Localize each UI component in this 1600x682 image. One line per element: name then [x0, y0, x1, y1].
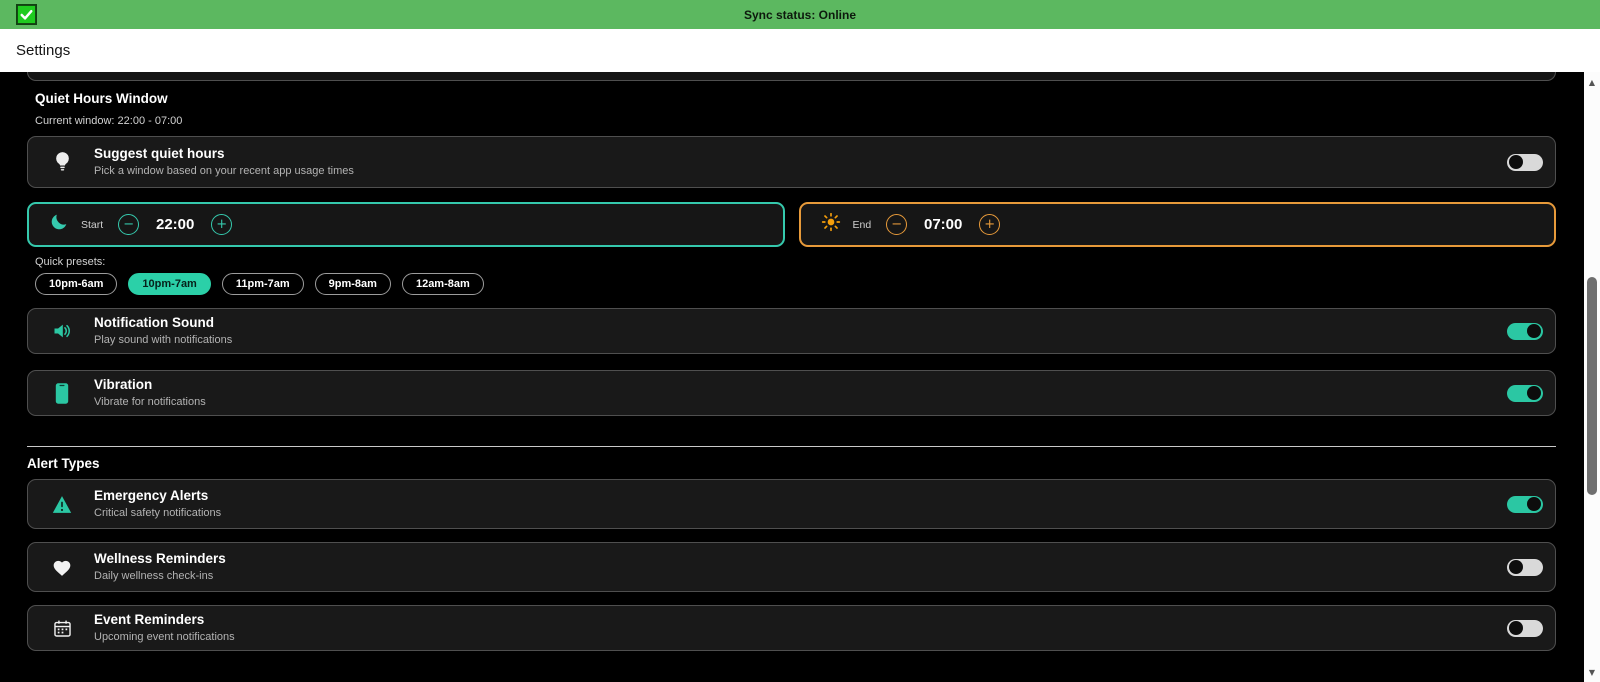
section-divider — [27, 446, 1556, 447]
suggest-quiet-hours-toggle[interactable] — [1507, 153, 1543, 171]
wellness-reminders-row: Wellness Reminders Daily wellness check-… — [27, 542, 1556, 592]
notification-sound-title: Notification Sound — [94, 315, 214, 330]
moon-icon — [49, 212, 69, 237]
preset-pill-11pm-7am[interactable]: 11pm-7am — [221, 273, 304, 295]
start-decrement-button[interactable]: − — [118, 214, 140, 235]
scrollbar-down-arrow-icon[interactable]: ▼ — [1584, 665, 1600, 679]
calendar-icon — [50, 619, 74, 638]
toggle-knob — [1509, 621, 1523, 635]
wellness-reminders-title: Wellness Reminders — [94, 551, 226, 566]
start-increment-button[interactable]: + — [211, 214, 233, 235]
vibration-row: Vibration Vibrate for notifications — [27, 370, 1556, 416]
green-checkbox-icon — [15, 3, 37, 25]
notification-sound-subtitle: Play sound with notifications — [94, 334, 233, 346]
suggest-texts: Suggest quiet hours Pick a window based … — [94, 146, 1507, 178]
sync-status-text: Sync status: Online — [743, 7, 857, 22]
vibration-texts: Vibration Vibrate for notifications — [94, 377, 1507, 409]
event-reminders-subtitle: Upcoming event notifications — [94, 631, 235, 643]
event-reminders-row: Event Reminders Upcoming event notificat… — [27, 605, 1556, 651]
event-reminders-toggle[interactable] — [1507, 619, 1543, 637]
suggest-subtitle: Pick a window based on your recent app u… — [94, 165, 354, 177]
scrollbar-thumb[interactable] — [1587, 277, 1597, 495]
emergency-alerts-toggle[interactable] — [1507, 495, 1543, 513]
vertical-scrollbar[interactable]: ▲ ▼ — [1584, 72, 1600, 682]
preset-pill-10pm-6am[interactable]: 10pm-6am — [35, 273, 118, 295]
page-header: Settings — [0, 29, 1600, 72]
alert-types-section-title: Alert Types — [27, 456, 100, 471]
current-window-text: Current window: 22:00 - 07:00 — [35, 115, 183, 127]
toggle-knob — [1509, 155, 1523, 169]
toggle-knob — [1509, 560, 1523, 574]
vibration-toggle[interactable] — [1507, 384, 1543, 402]
vibration-title: Vibration — [94, 377, 153, 392]
suggest-quiet-hours-row: Suggest quiet hours Pick a window based … — [27, 136, 1556, 188]
quick-presets-label: Quick presets: — [35, 256, 106, 268]
end-time-value: 07:00 — [924, 216, 963, 233]
vibration-subtitle: Vibrate for notifications — [94, 396, 206, 408]
quiet-hours-section-title: Quiet Hours Window — [35, 91, 168, 106]
suggest-title: Suggest quiet hours — [94, 146, 225, 161]
end-increment-button[interactable]: + — [979, 214, 1001, 235]
emergency-alerts-row: Emergency Alerts Critical safety notific… — [27, 479, 1556, 529]
preset-pill-12am-8am[interactable]: 12am-8am — [401, 273, 484, 295]
end-label: End — [852, 218, 872, 231]
event-reminders-texts: Event Reminders Upcoming event notificat… — [94, 612, 1507, 644]
quick-presets-row: 10pm-6am 10pm-7am 11pm-7am 9pm-8am 12am-… — [35, 273, 1556, 295]
end-time-field: End − 07:00 + — [798, 202, 1556, 247]
notification-sound-row: Notification Sound Play sound with notif… — [27, 308, 1556, 354]
preset-pill-10pm-7am[interactable]: 10pm-7am — [128, 273, 211, 295]
notification-sound-toggle[interactable] — [1507, 322, 1543, 340]
start-time-value: 22:00 — [156, 216, 195, 233]
preset-pill-9pm-8am[interactable]: 9pm-8am — [314, 273, 391, 295]
toggle-knob — [1527, 386, 1541, 400]
end-decrement-button[interactable]: − — [886, 214, 908, 235]
notification-sound-texts: Notification Sound Play sound with notif… — [94, 315, 1507, 347]
event-reminders-title: Event Reminders — [94, 612, 205, 627]
scrollbar-up-arrow-icon[interactable]: ▲ — [1584, 75, 1600, 89]
heart-icon — [50, 558, 74, 577]
toggle-knob — [1527, 497, 1541, 511]
settings-scroll-area: Quiet Hours Window Current window: 22:00… — [0, 72, 1600, 682]
wellness-reminders-toggle[interactable] — [1507, 558, 1543, 576]
start-label: Start — [81, 218, 104, 231]
page-title: Settings — [16, 42, 71, 59]
warning-triangle-icon — [50, 495, 74, 514]
speaker-icon — [50, 321, 74, 341]
phone-icon — [50, 382, 74, 405]
wellness-reminders-subtitle: Daily wellness check-ins — [94, 570, 214, 582]
lightbulb-icon — [50, 150, 74, 174]
partial-card-scrolled — [27, 72, 1556, 81]
start-time-field: Start − 22:00 + — [27, 202, 785, 247]
emergency-alerts-subtitle: Critical safety notifications — [94, 507, 222, 519]
wellness-reminders-texts: Wellness Reminders Daily wellness check-… — [94, 551, 1507, 583]
emergency-alerts-title: Emergency Alerts — [94, 488, 209, 503]
emergency-alerts-texts: Emergency Alerts Critical safety notific… — [94, 488, 1507, 520]
toggle-knob — [1527, 324, 1541, 338]
sync-status-bar: Sync status: Online — [0, 0, 1600, 29]
sun-icon — [821, 212, 841, 237]
quiet-hours-time-row: Start − 22:00 + End − 07:00 + — [27, 202, 1556, 247]
